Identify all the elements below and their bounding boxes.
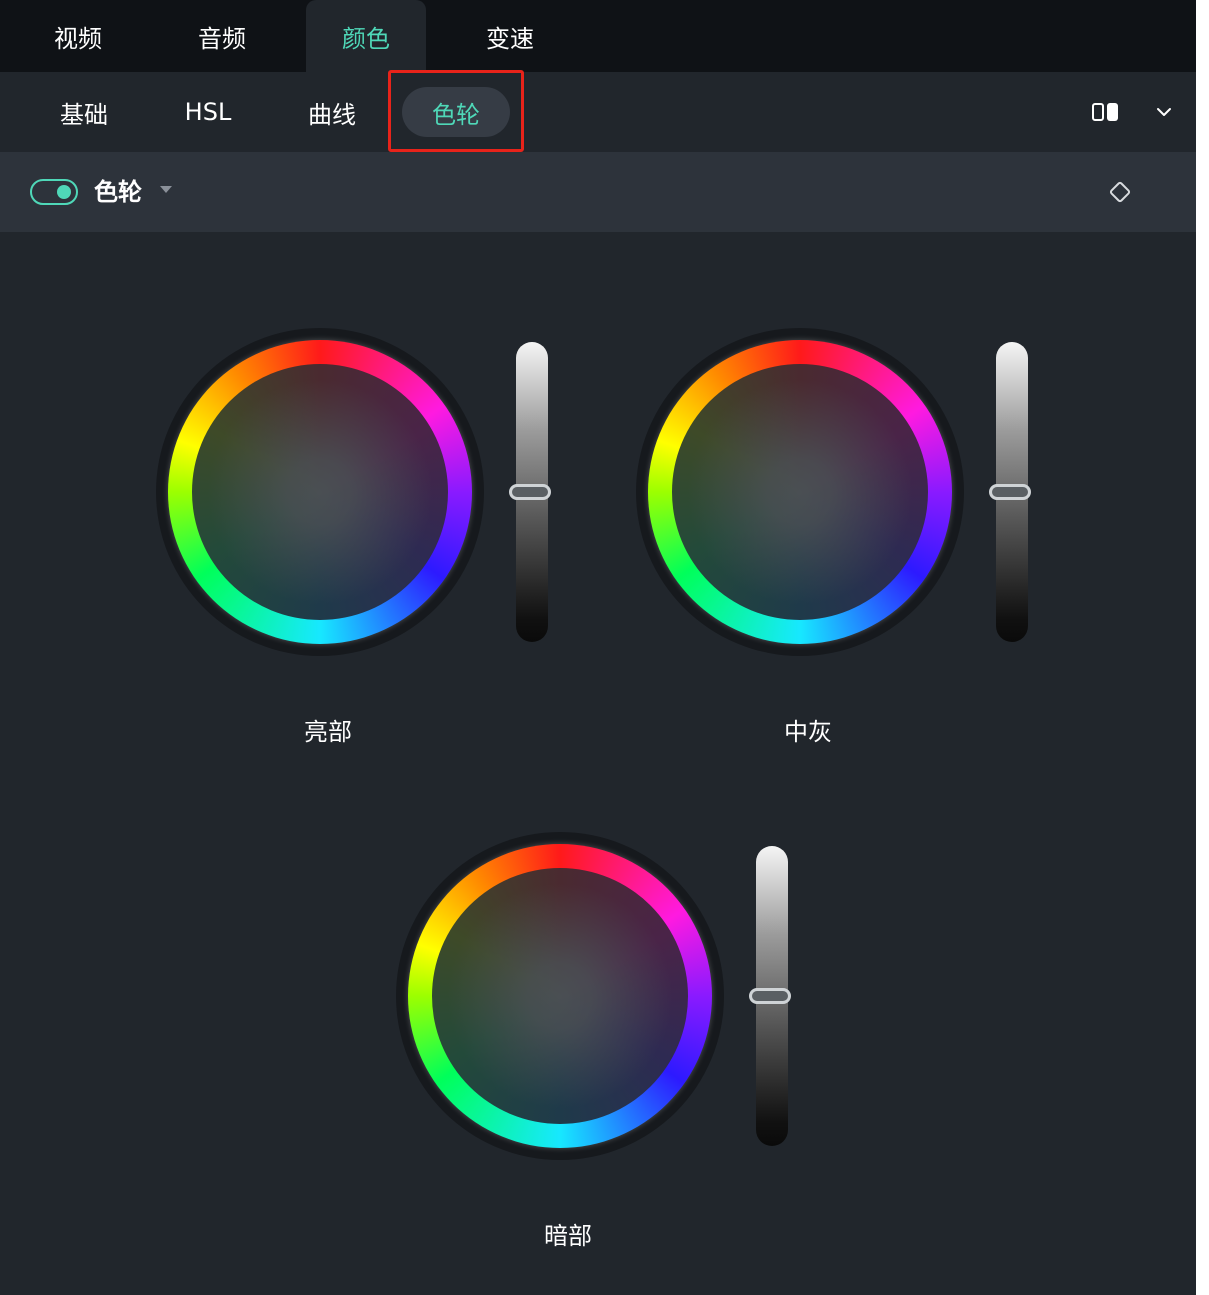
wheel-label-shadows: 暗部	[544, 1222, 592, 1250]
tab-color[interactable]: 颜色	[306, 0, 426, 72]
toggle-switch[interactable]	[30, 179, 78, 205]
luminance-slider-shadows[interactable]	[749, 846, 791, 1146]
slider-thumb[interactable]	[749, 988, 791, 1004]
wheel-label-highlights: 亮部	[304, 718, 352, 746]
slider-thumb[interactable]	[989, 484, 1031, 500]
color-wheel-highlights[interactable]	[156, 328, 484, 656]
tab-video[interactable]: 视频	[18, 0, 138, 72]
wheel-center	[432, 868, 688, 1124]
color-wheel-shadows[interactable]	[396, 832, 724, 1160]
top-tab-bar: 视频 音频 颜色 变速	[0, 0, 1196, 72]
wheel-center	[672, 364, 928, 620]
chevron-down-icon[interactable]	[1152, 100, 1176, 124]
highlight-box	[388, 70, 524, 152]
compare-view-icon[interactable]	[1092, 100, 1124, 124]
section-title: 色轮	[94, 178, 142, 206]
tab-audio[interactable]: 音频	[162, 0, 282, 72]
subtab-basic[interactable]: 基础	[30, 87, 138, 137]
color-wheel-midtones[interactable]	[636, 328, 964, 656]
wheel-group-shadows: 暗部	[396, 832, 816, 1272]
wheel-group-highlights: 亮部	[156, 328, 576, 768]
luminance-slider-highlights[interactable]	[509, 342, 551, 642]
section-header	[0, 152, 1196, 232]
caret-down-icon[interactable]	[160, 186, 172, 193]
wheel-group-midtones: 中灰	[636, 328, 1056, 768]
tab-speed[interactable]: 变速	[450, 0, 570, 72]
wheel-center	[192, 364, 448, 620]
keyframe-diamond-icon[interactable]	[1106, 178, 1134, 206]
slider-thumb[interactable]	[509, 484, 551, 500]
subtab-curves[interactable]: 曲线	[278, 87, 386, 137]
wheel-label-midtones: 中灰	[784, 718, 832, 746]
luminance-slider-midtones[interactable]	[989, 342, 1031, 642]
subtab-hsl[interactable]: HSL	[154, 87, 262, 137]
sub-tab-bar: 基础 HSL 曲线 色轮	[0, 72, 1196, 152]
color-panel: 视频 音频 颜色 变速 基础 HSL 曲线 色轮 色轮 亮部 中灰 暗部	[0, 0, 1196, 1295]
